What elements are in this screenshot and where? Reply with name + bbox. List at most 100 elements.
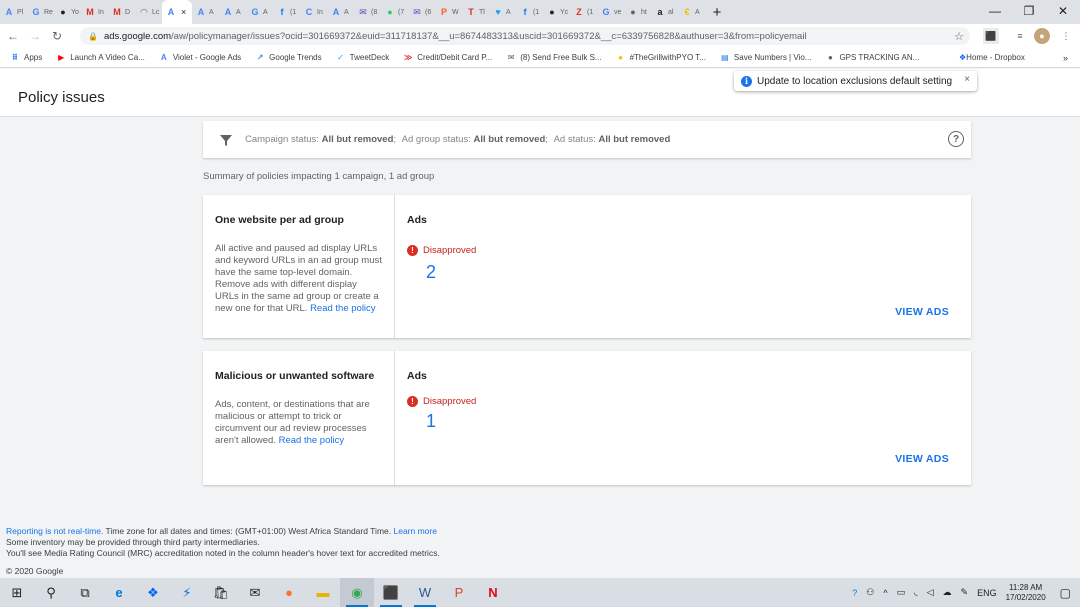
tab-label: A xyxy=(236,8,241,16)
browser-tab[interactable]: AA xyxy=(192,0,219,24)
minimize-button[interactable]: — xyxy=(978,0,1012,24)
ads-column-header: Ads xyxy=(407,214,427,226)
store-icon[interactable]: 🛍 xyxy=(204,578,238,607)
bookmark-item[interactable]: ✓ TweetDeck xyxy=(336,53,389,63)
clock[interactable]: 11:28 AM 17/02/2020 xyxy=(1006,583,1046,603)
bookmark-item[interactable]: ▶ Launch A Video Ca... xyxy=(56,53,145,63)
search-icon[interactable]: ⚲ xyxy=(34,578,68,607)
browser-tab[interactable]: C In xyxy=(300,0,327,24)
bookmark-item[interactable]: A Violet - Google Ads xyxy=(159,53,241,63)
bookmark-item[interactable]: ● GPS TRACKING AN... xyxy=(825,53,919,63)
read-policy-link[interactable]: Read the policy xyxy=(310,303,375,314)
browser-tab[interactable]: f (1 xyxy=(516,0,543,24)
browser-tab[interactable]: M In xyxy=(81,0,108,24)
new-tab-button[interactable]: + xyxy=(705,4,729,21)
browser-tab[interactable]: ● ht xyxy=(624,0,651,24)
google-ads-icon: A xyxy=(332,7,340,17)
file-explorer-icon[interactable]: ▬ xyxy=(306,578,340,607)
browser-tab[interactable]: ✉ (8 xyxy=(354,0,381,24)
trends-icon: ↗ xyxy=(256,53,264,62)
reload-button[interactable]: ↻ xyxy=(48,29,66,43)
bookmark-item[interactable]: ▤ Save Numbers | Vio... xyxy=(720,53,811,63)
extension-icon[interactable]: ⬛ xyxy=(983,28,999,44)
browser-tab[interactable]: ♥ A xyxy=(489,0,516,24)
pdf-icon[interactable]: ⬛ xyxy=(374,578,408,607)
bookmark-label: Launch A Video Ca... xyxy=(70,53,145,62)
netflix-icon[interactable]: N xyxy=(476,578,510,607)
word-icon[interactable]: W xyxy=(408,578,442,607)
browser-tab[interactable]: ◠ Lc xyxy=(135,0,162,24)
browser-tab[interactable]: € A xyxy=(678,0,705,24)
avatar[interactable]: ● xyxy=(1034,28,1050,44)
browser-tab[interactable]: ● Yc xyxy=(543,0,570,24)
view-ads-button[interactable]: VIEW ADS xyxy=(895,306,949,318)
chevron-up-icon[interactable]: ^ xyxy=(883,588,887,598)
gmail-icon: M xyxy=(86,7,94,17)
browser-tab[interactable]: ● Yo xyxy=(54,0,81,24)
edge-icon[interactable]: e xyxy=(102,578,136,607)
bookmark-item[interactable]: ✉ (8) Send Free Bulk S... xyxy=(506,53,602,63)
chrome-icon[interactable]: ◉ xyxy=(340,578,374,607)
browser-tab[interactable]: AA xyxy=(219,0,246,24)
bookmark-item[interactable]: ⠿ Apps xyxy=(10,53,42,63)
browser-tab[interactable]: MD xyxy=(108,0,135,24)
bookmark-item[interactable]: ↗ Google Trends xyxy=(255,53,322,63)
language-indicator[interactable]: ENG xyxy=(977,588,997,598)
mail-icon: ✉ xyxy=(507,53,515,62)
bookmark-item[interactable]: ● #TheGrillwithPYO T... xyxy=(616,53,706,63)
notifications-icon[interactable]: ▢ xyxy=(1060,586,1071,600)
close-window-button[interactable]: ✕ xyxy=(1046,0,1080,24)
filter-campaign-label: Campaign status: xyxy=(245,134,319,145)
ads-count-link[interactable]: 2 xyxy=(426,262,959,283)
address-bar[interactable]: 🔒 ads.google.com /aw/policymanager/issue… xyxy=(80,27,970,45)
filter-bar[interactable]: Campaign status: All but removed; Ad gro… xyxy=(203,121,971,158)
help-icon[interactable]: ? xyxy=(948,131,964,147)
volume-icon[interactable]: ◁ xyxy=(927,587,934,598)
browser-tab[interactable]: A × xyxy=(162,0,192,24)
bookmarks-overflow-button[interactable]: » xyxy=(1063,53,1068,63)
browser-tab[interactable]: AA xyxy=(327,0,354,24)
task-view-icon[interactable]: ⧉ xyxy=(68,578,102,607)
close-tab-icon[interactable]: × xyxy=(181,7,186,17)
view-ads-button[interactable]: VIEW ADS xyxy=(895,453,949,465)
bookmark-star-icon[interactable]: ☆ xyxy=(954,30,964,43)
browser-tab[interactable]: Z (1 xyxy=(570,0,597,24)
cloud-icon[interactable]: ☁ xyxy=(943,587,952,598)
browser-tab[interactable]: PW xyxy=(435,0,462,24)
reading-list-icon[interactable]: ≡ xyxy=(1012,28,1028,44)
network-icon[interactable]: ▭ xyxy=(897,587,906,598)
status-text: Disapproved xyxy=(423,245,477,256)
restore-button[interactable]: ❐ xyxy=(1012,0,1046,24)
browser-tab[interactable]: G Re xyxy=(27,0,54,24)
dropbox-icon[interactable]: ❖ xyxy=(136,578,170,607)
windows-start-icon[interactable]: ⊞ xyxy=(0,578,34,607)
pen-icon[interactable]: ✎ xyxy=(961,587,969,598)
app-icon[interactable]: ⚡ xyxy=(170,578,204,607)
browser-tab[interactable]: GA xyxy=(246,0,273,24)
help-tray-icon[interactable]: ? xyxy=(852,588,857,598)
ads-count-link[interactable]: 1 xyxy=(426,411,959,432)
wifi-icon[interactable]: ◟ xyxy=(914,587,918,598)
browser-tab[interactable]: f (1 xyxy=(273,0,300,24)
back-button[interactable]: ← xyxy=(4,29,22,43)
powerpoint-icon[interactable]: P xyxy=(442,578,476,607)
people-icon[interactable]: ⚇ xyxy=(866,587,874,598)
forward-button[interactable]: → xyxy=(26,29,44,43)
read-policy-link[interactable]: Read the policy xyxy=(279,435,344,446)
realtime-link[interactable]: Reporting is not real-time. xyxy=(6,526,103,536)
browser-tab[interactable]: ● (7 xyxy=(381,0,408,24)
close-icon[interactable]: × xyxy=(964,74,970,85)
browser-tab[interactable]: A Pl xyxy=(0,0,27,24)
bookmark-item[interactable]: ❖ Home - Dropbox xyxy=(959,53,1025,62)
menu-kebab-icon[interactable]: ⋮ xyxy=(1058,28,1074,44)
tab-label: (8 xyxy=(371,8,378,16)
mail-icon[interactable]: ✉ xyxy=(238,578,272,607)
browser-tab[interactable]: ✉ (6 xyxy=(408,0,435,24)
browser-tab[interactable]: Gve xyxy=(597,0,624,24)
learn-more-link[interactable]: Learn more xyxy=(394,526,437,536)
bookmark-item[interactable]: ≫ Credit/Debit Card P... xyxy=(403,53,492,63)
firefox-icon[interactable]: ● xyxy=(272,578,306,607)
notification-toast[interactable]: i Update to location exclusions default … xyxy=(734,71,977,91)
browser-tab[interactable]: a al xyxy=(651,0,678,24)
browser-tab[interactable]: T Tl xyxy=(462,0,489,24)
